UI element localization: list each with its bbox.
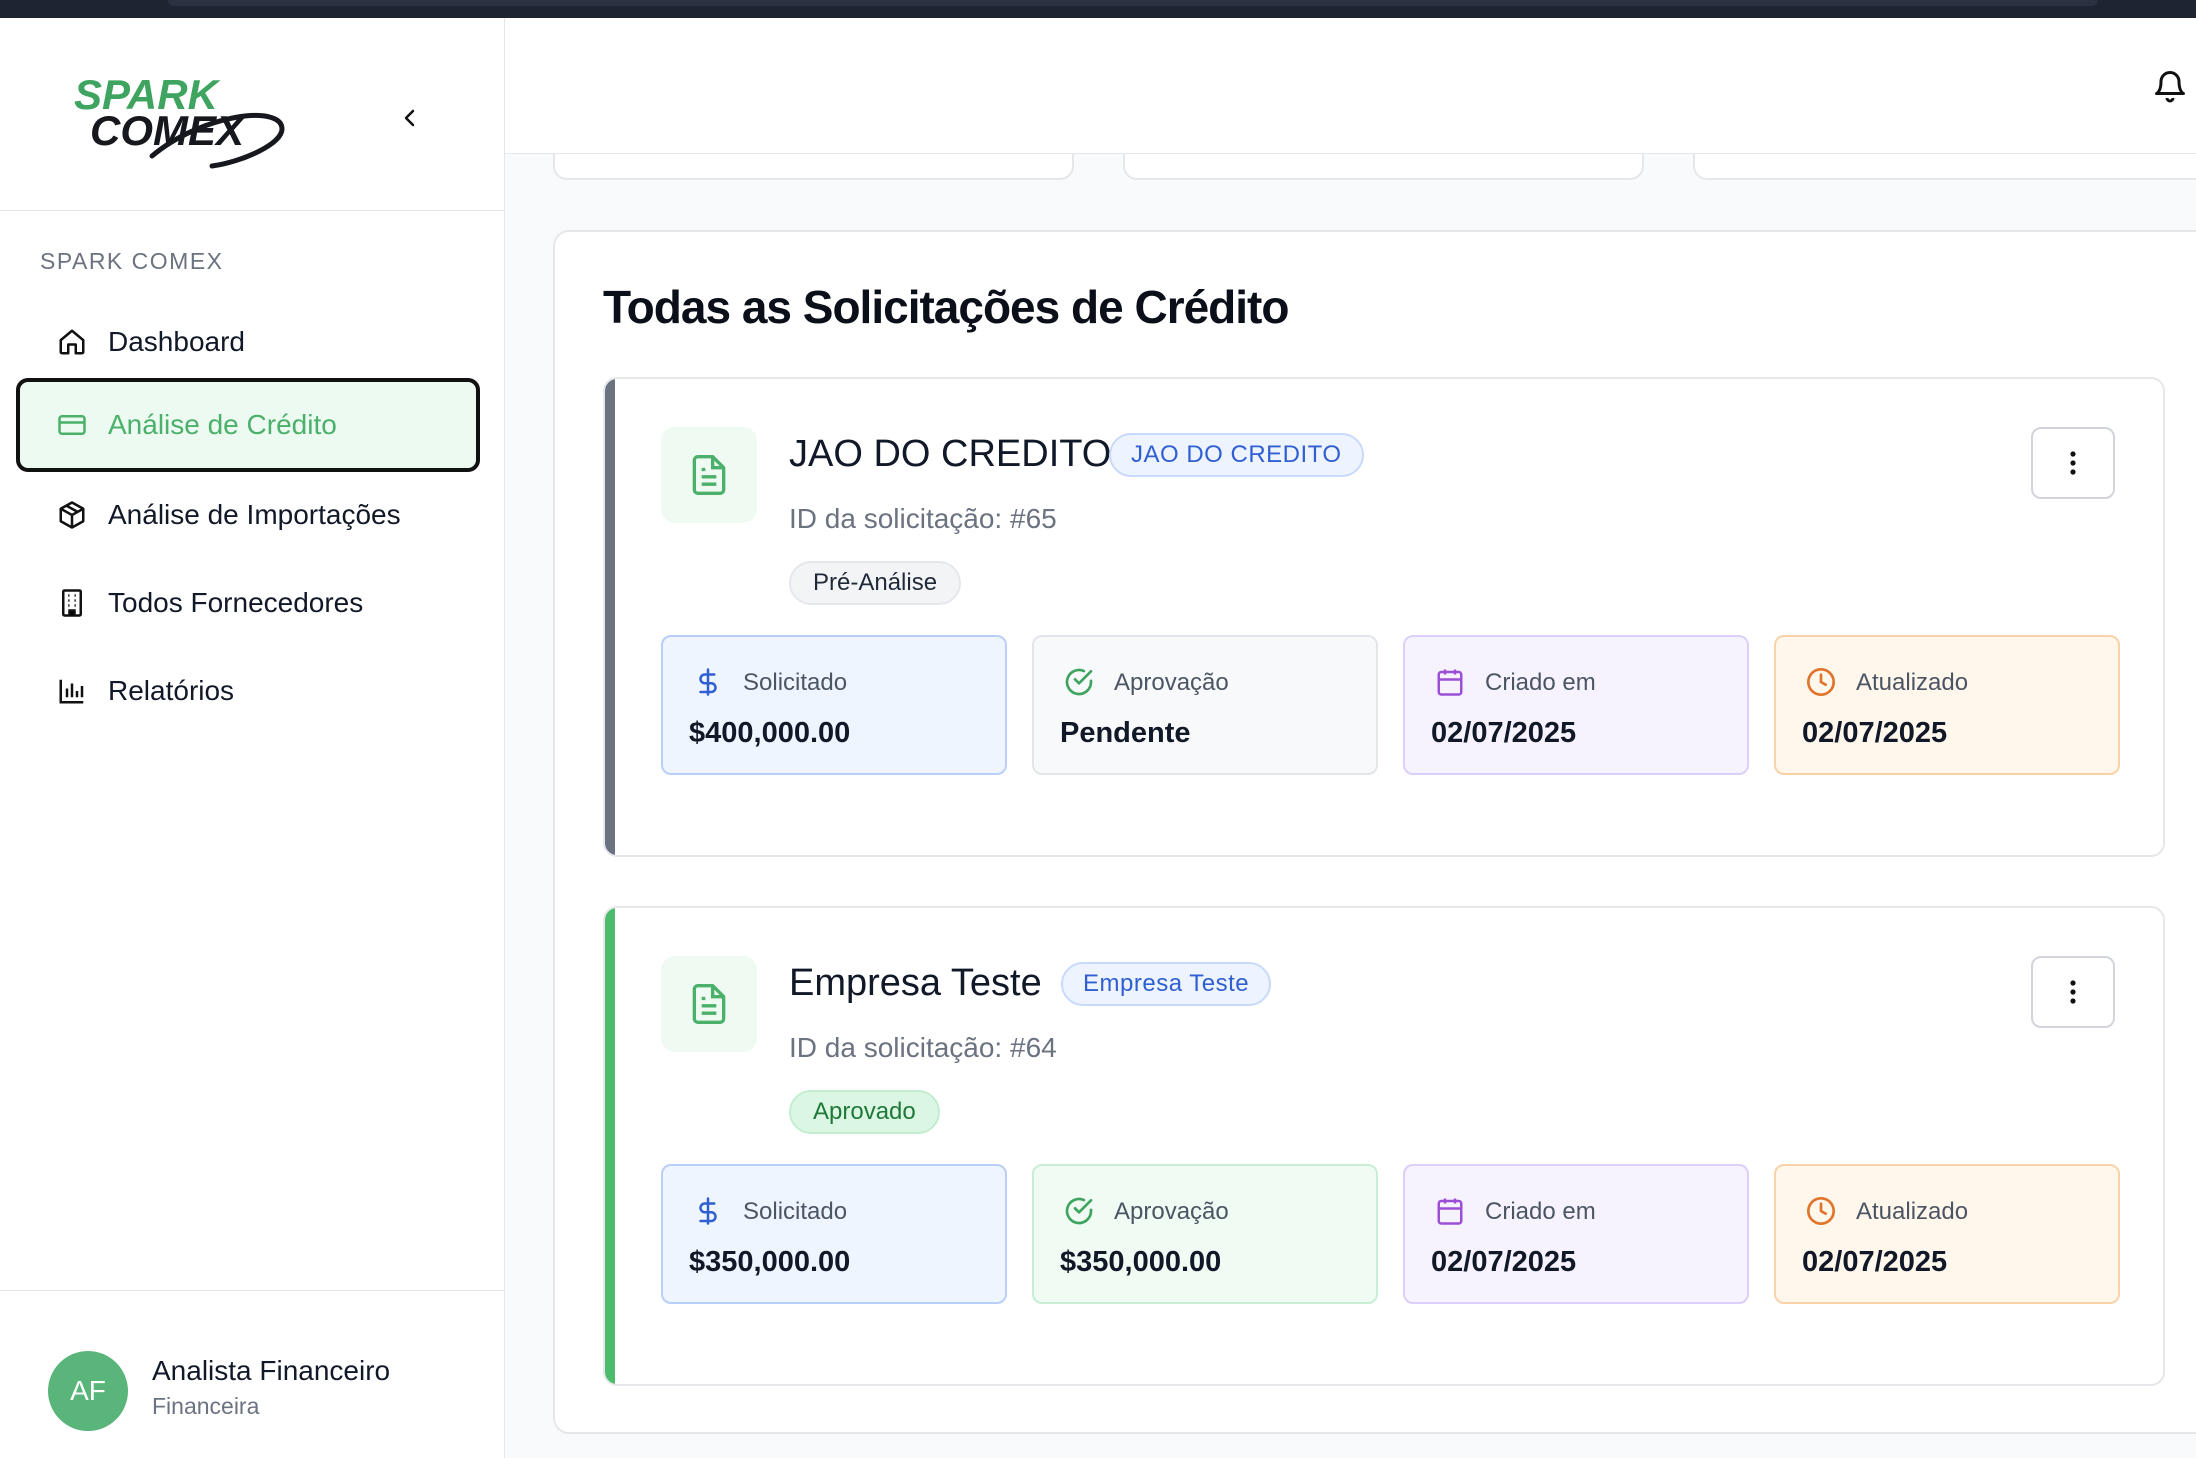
metric-value: $400,000.00 (689, 717, 851, 749)
dollar-icon (691, 665, 725, 699)
credit-card-icon (56, 409, 88, 441)
request-company-name: Empresa Teste (789, 962, 1042, 1004)
request-company-name: JAO DO CREDITO (789, 433, 1112, 475)
metric-label: Atualizado (1856, 669, 1969, 696)
request-card[interactable]: JAO DO CREDITO JAO DO CREDITO ID da soli… (603, 377, 2165, 857)
page-title: Todas as Solicitações de Crédito (603, 281, 1289, 333)
metric-label: Criado em (1485, 669, 1596, 696)
metric-value: $350,000.00 (1060, 1246, 1222, 1278)
user-name: Analista Financeiro (152, 1355, 391, 1386)
check-circle-icon (1062, 665, 1096, 699)
metric-value: $350,000.00 (689, 1246, 851, 1278)
package-icon (56, 499, 88, 531)
calendar-icon (1433, 665, 1467, 699)
browser-address-strip (168, 0, 2098, 6)
metric-label: Solicitado (743, 1198, 848, 1225)
top-header (505, 18, 2196, 154)
calendar-icon (1433, 1194, 1467, 1228)
metric-updated: Atualizado 02/07/2025 (1774, 635, 2120, 775)
metric-value: 02/07/2025 (1431, 717, 1577, 749)
request-card[interactable]: Empresa Teste Empresa Teste ID da solici… (603, 906, 2165, 1386)
status-accent-bar (605, 908, 615, 1384)
nav-section-label: SPARK COMEX (40, 248, 224, 274)
logo-text-comex: COMEX (90, 107, 245, 154)
home-icon (56, 326, 88, 358)
metric-created: Criado em 02/07/2025 (1403, 635, 1749, 775)
clock-icon (1804, 665, 1838, 699)
sidebar: SPARK COMEX SPARK COMEX Dashboard Anális… (0, 18, 505, 1458)
sidebar-item-label: Todos Fornecedores (108, 587, 364, 618)
metric-requested: Solicitado $350,000.00 (661, 1164, 1007, 1304)
metric-value: Pendente (1060, 717, 1191, 749)
sidebar-item-label: Dashboard (108, 326, 245, 357)
sidebar-item-reports[interactable]: Relatórios (16, 644, 480, 738)
metric-label: Solicitado (743, 669, 848, 696)
metric-approval: Aprovação $350,000.00 (1032, 1164, 1378, 1304)
more-options-button[interactable] (2031, 427, 2115, 499)
status-badge: Aprovado (789, 1090, 940, 1134)
metric-requested: Solicitado $400,000.00 (661, 635, 1007, 775)
dollar-icon (691, 1194, 725, 1228)
chevron-left-icon (404, 109, 415, 127)
stat-card (1693, 154, 2196, 180)
metric-updated: Atualizado 02/07/2025 (1774, 1164, 2120, 1304)
metric-created: Criado em 02/07/2025 (1403, 1164, 1749, 1304)
company-tag: Empresa Teste (1061, 962, 1272, 1006)
metric-label: Criado em (1485, 1198, 1596, 1225)
bell-icon (2155, 71, 2185, 103)
metric-label: Aprovação (1114, 1198, 1229, 1225)
collapse-sidebar-button[interactable] (398, 98, 422, 138)
sidebar-item-suppliers[interactable]: Todos Fornecedores (16, 556, 480, 650)
sidebar-item-imports-analysis[interactable]: Análise de Importações (16, 468, 480, 562)
metric-value: 02/07/2025 (1431, 1246, 1577, 1278)
metric-label: Aprovação (1114, 669, 1229, 696)
metric-value: 02/07/2025 (1802, 1246, 1948, 1278)
more-vertical-icon (2070, 451, 2076, 475)
sidebar-item-credit-analysis[interactable]: Análise de Crédito (16, 378, 480, 472)
more-vertical-icon (2070, 980, 2076, 1004)
logo-area: SPARK COMEX (0, 18, 504, 211)
building-icon (56, 587, 88, 619)
bar-chart-icon (56, 675, 88, 707)
sidebar-item-label: Análise de Crédito (108, 409, 337, 440)
spark-comex-logo: SPARK COMEX (72, 74, 292, 184)
stat-card (553, 154, 1074, 180)
more-options-button[interactable] (2031, 956, 2115, 1028)
stat-card (1123, 154, 1644, 180)
clock-icon (1804, 1194, 1838, 1228)
sidebar-item-label: Análise de Importações (108, 499, 401, 530)
document-icon (661, 956, 757, 1052)
request-id: ID da solicitação: #64 (789, 1032, 1057, 1063)
metric-value: 02/07/2025 (1802, 717, 1948, 749)
status-badge: Pré-Análise (789, 561, 962, 605)
metric-approval: Aprovação Pendente (1032, 635, 1378, 775)
credit-requests-panel: Todas as Solicitações de Crédito JAO DO … (553, 230, 2196, 1434)
sidebar-item-dashboard[interactable]: Dashboard (16, 295, 480, 389)
status-accent-bar (605, 379, 615, 855)
company-tag: JAO DO CREDITO (1109, 433, 1364, 477)
metric-label: Atualizado (1856, 1198, 1969, 1225)
user-profile[interactable]: AF Analista Financeiro Financeira (0, 1290, 504, 1458)
request-id: ID da solicitação: #65 (789, 503, 1057, 534)
avatar: AF (48, 1351, 128, 1431)
check-circle-icon (1062, 1194, 1096, 1228)
notifications-button[interactable] (2152, 68, 2188, 104)
user-role: Financeira (152, 1393, 260, 1419)
browser-top-bar (0, 0, 2196, 18)
document-icon (661, 427, 757, 523)
sidebar-item-label: Relatórios (108, 675, 235, 706)
